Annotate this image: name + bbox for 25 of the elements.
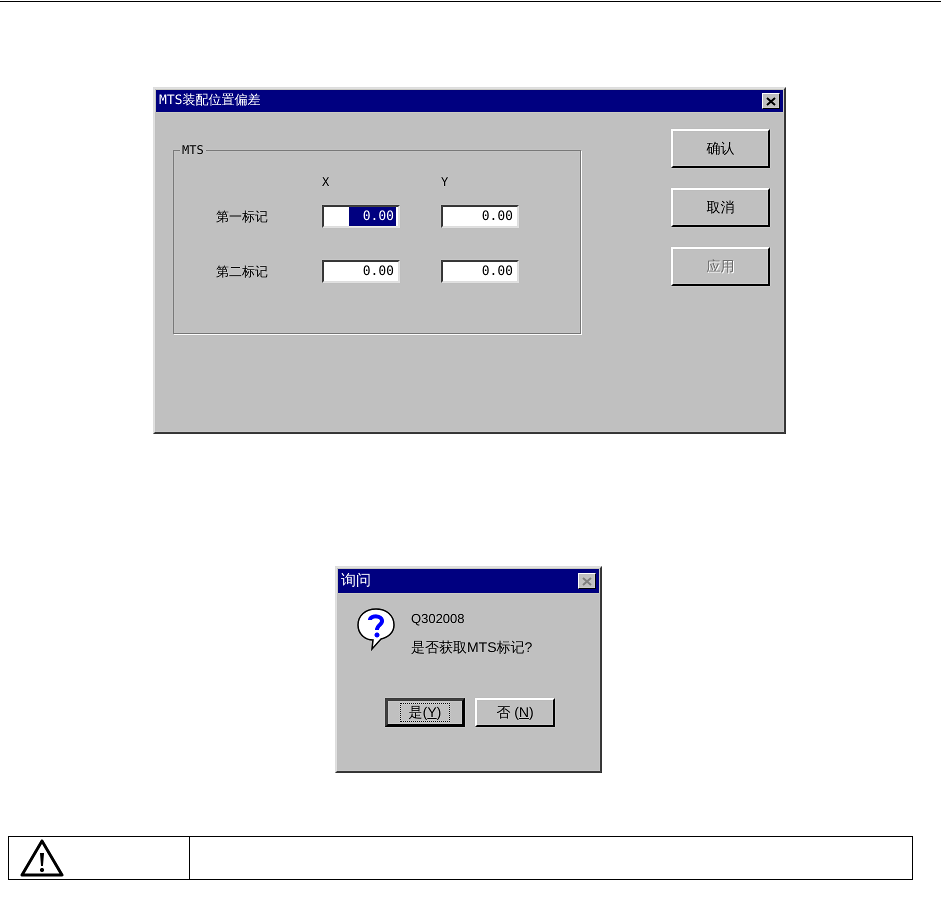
window-title: 询问 bbox=[341, 570, 371, 591]
dialog-button[interactable]: 否 (N) bbox=[475, 698, 555, 726]
column-header: X bbox=[322, 174, 330, 191]
number-field[interactable]: 0.00 bbox=[322, 205, 400, 228]
number-field[interactable]: 0.00 bbox=[322, 260, 400, 283]
window-title: MTS装配位置偏差 bbox=[159, 92, 260, 110]
field-value: 0.00 bbox=[480, 208, 514, 226]
close-button[interactable] bbox=[762, 93, 780, 109]
dialog-button[interactable]: 确认 bbox=[671, 129, 770, 168]
message-code: Q302008 bbox=[411, 610, 466, 628]
dialog-button[interactable]: 是(Y) bbox=[385, 698, 465, 726]
field-value: 0.00 bbox=[362, 262, 395, 281]
field-value: 0.00 bbox=[348, 206, 396, 226]
close-icon bbox=[766, 96, 776, 106]
close-icon bbox=[582, 576, 592, 586]
number-field[interactable]: 0.00 bbox=[441, 205, 519, 228]
number-field[interactable]: 0.00 bbox=[441, 260, 519, 283]
warning-icon bbox=[19, 838, 65, 878]
question-bubble-icon bbox=[356, 607, 396, 651]
row-label: 第一标记 bbox=[216, 208, 269, 226]
column-header: Y bbox=[441, 174, 450, 191]
message-text: 是否获取MTS标记? bbox=[411, 638, 532, 656]
field-value: 0.00 bbox=[480, 262, 514, 281]
row-label: 第二标记 bbox=[216, 262, 269, 281]
dialog-button[interactable]: 取消 bbox=[671, 188, 770, 227]
